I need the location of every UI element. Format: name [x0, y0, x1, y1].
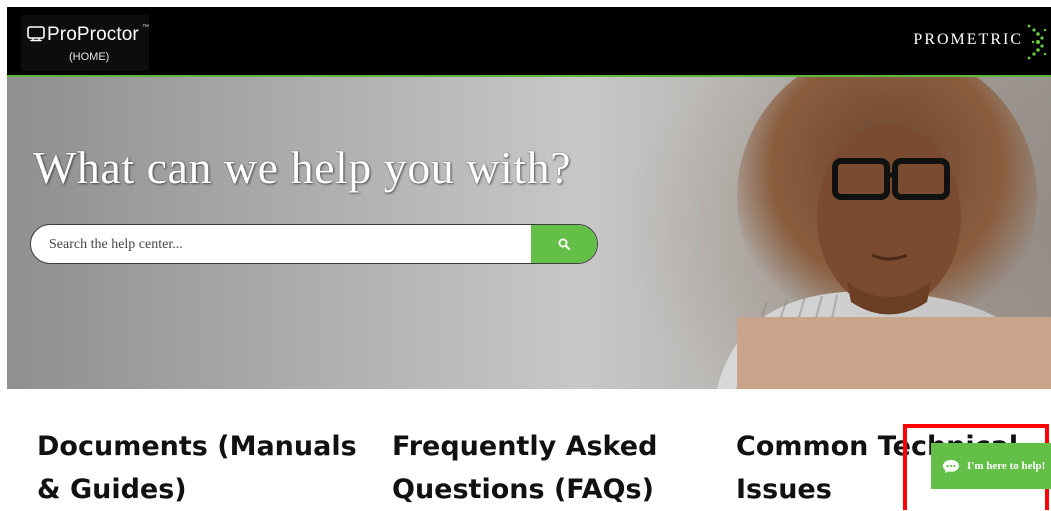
chat-label: I'm here to help! — [967, 460, 1046, 472]
header: ProProctor ™ (HOME) PROMETRIC — [7, 7, 1051, 77]
category-faqs[interactable]: Frequently Asked Questions (FAQs) — [392, 425, 682, 511]
logo-trademark: ™ — [142, 24, 149, 31]
logo-name: ProProctor — [47, 24, 139, 45]
chat-bubble-icon — [943, 460, 959, 473]
prometric-mark-icon — [1027, 24, 1047, 60]
proproctor-home-logo[interactable]: ProProctor ™ (HOME) — [21, 15, 149, 71]
search-input[interactable] — [47, 225, 531, 263]
hero-photo — [717, 77, 1051, 389]
search-button[interactable] — [531, 225, 597, 263]
prometric-logo[interactable]: PROMETRIC — [913, 31, 1023, 49]
search-bar — [30, 224, 598, 264]
hero-title: What can we help you with? — [33, 142, 571, 193]
hero-banner: What can we help you with? — [7, 77, 1051, 389]
category-documents[interactable]: Documents (Manuals & Guides) — [37, 425, 357, 511]
monitor-icon — [27, 26, 45, 42]
chat-widget-button[interactable]: I'm here to help! — [931, 443, 1051, 489]
logo-subtitle: (HOME) — [69, 51, 110, 63]
search-icon — [558, 238, 570, 250]
